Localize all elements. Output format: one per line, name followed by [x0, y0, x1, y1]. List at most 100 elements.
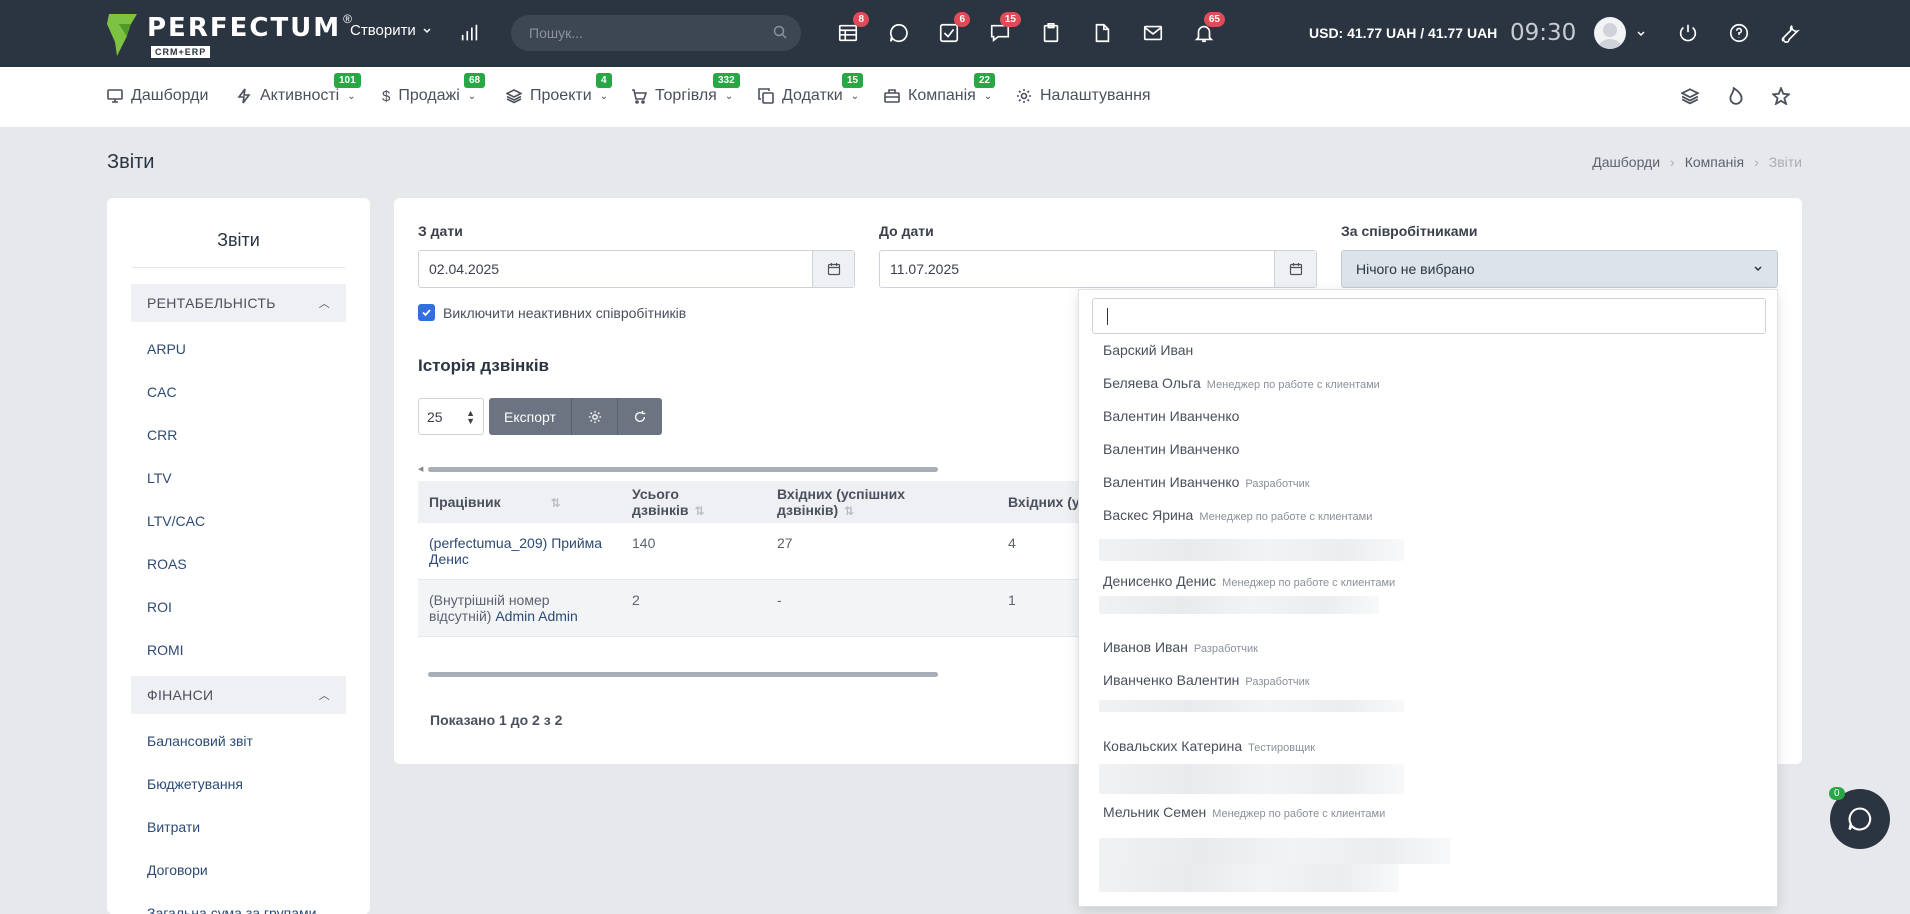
breadcrumb-dashboards[interactable]: Дашборди [1592, 154, 1660, 170]
exclude-inactive-checkbox[interactable]: Виключити неактивних співробітників [418, 304, 686, 321]
nav-activities[interactable]: Активності ⌄ 101 [236, 73, 361, 105]
sidebar-link-expenses[interactable]: Витрати [147, 805, 370, 848]
help-icon[interactable] [1726, 20, 1752, 46]
clipboard-icon[interactable] [1038, 20, 1064, 46]
employee-prefix[interactable]: (perfectumua_209) [429, 535, 547, 551]
messages-icon[interactable]: 15 [987, 12, 1021, 46]
section-profitability[interactable]: РЕНТАБЕЛЬНІСТЬ ︿ [131, 284, 346, 322]
avatar[interactable] [1594, 17, 1626, 49]
breadcrumb-separator: › [1670, 154, 1675, 170]
scroll-thumb[interactable] [428, 467, 938, 472]
sidebar-link-budgeting[interactable]: Бюджетування [147, 762, 370, 805]
nav-addons[interactable]: Додатки ⌄ 15 [758, 73, 864, 105]
dropdown-option[interactable]: Васкес Ярина Менеджер по работе с клиента… [1103, 507, 1372, 523]
column-employee[interactable]: Працівник ⇅ [418, 482, 621, 522]
blurred-option[interactable] [1099, 838, 1451, 864]
sidebar-link-ltv[interactable]: LTV [147, 456, 370, 499]
search-input[interactable]: Пошук... [511, 15, 801, 51]
dropdown-option[interactable]: Денисенко Денис Менеджер по работе с клие… [1103, 573, 1395, 589]
table-row: (perfectumua_209) Прийма Денис 140 27 4 [418, 523, 1098, 580]
sidebar-link-arpu[interactable]: ARPU [147, 327, 370, 370]
document-icon[interactable] [1089, 20, 1115, 46]
dollar-icon: $ [382, 87, 391, 105]
sidebar-link-balance[interactable]: Балансовий звіт [147, 719, 370, 762]
fire-icon[interactable] [1727, 86, 1747, 107]
from-date-value: 02.04.2025 [429, 261, 500, 277]
nav-trade[interactable]: Торгівля ⌄ 332 [631, 73, 740, 105]
dropdown-option[interactable]: Валентин Иванченко Разработчик [1103, 474, 1310, 490]
create-button[interactable]: Створити [350, 22, 432, 39]
dropdown-option[interactable]: Беляева Ольга Менеджер по работе с клиент… [1103, 375, 1380, 391]
nav-company[interactable]: Компанія ⌄ 22 [884, 73, 996, 105]
user-menu-chevron-icon[interactable] [1636, 29, 1646, 39]
from-date-field[interactable]: 02.04.2025 [418, 250, 855, 288]
employees-select[interactable]: Нічого не вибрано [1341, 250, 1778, 288]
stats-icon[interactable] [457, 20, 483, 46]
option-name: Барский Иван [1103, 342, 1194, 358]
dropdown-option[interactable]: Иванов Иван Разработчик [1103, 639, 1258, 655]
checkbox-checked-icon[interactable] [418, 304, 435, 321]
settings-button[interactable] [572, 398, 618, 435]
dropdown-option[interactable]: Иванченко Валентин Разработчик [1103, 672, 1310, 688]
calendar-icon[interactable] [812, 251, 854, 287]
to-date-field[interactable]: 11.07.2025 [879, 250, 1317, 288]
column-total[interactable]: Усього дзвінків ⇅ [621, 474, 766, 530]
total-cell: 140 [632, 535, 656, 551]
scroll-left-icon[interactable]: ◀ [418, 465, 423, 473]
dropdown-option[interactable]: Мельник Семен Менеджер по работе с клиент… [1103, 804, 1385, 820]
scroll-thumb[interactable] [428, 672, 938, 677]
sidebar-link-group-total[interactable]: Загальна сума за групами [147, 891, 370, 914]
incoming-cell: 27 [777, 535, 793, 551]
blurred-option[interactable] [1099, 864, 1399, 892]
employee-cell[interactable]: (perfectumua_209) Прийма Денис [418, 523, 621, 579]
nav-label: Активності [260, 87, 340, 104]
nav-label: Продажі [398, 87, 460, 104]
wrench-icon[interactable] [1777, 20, 1803, 46]
sidebar-link-roas[interactable]: ROAS [147, 542, 370, 585]
nav-projects[interactable]: Проекти ⌄ 4 [506, 73, 612, 105]
incoming-cell: - [777, 592, 782, 608]
employee-cell[interactable]: (Внутрішній номер відсутній) Admin Admin [418, 580, 621, 636]
tasks-icon[interactable]: 8 [835, 12, 869, 46]
checklist-icon[interactable]: 6 [936, 12, 970, 46]
dropdown-option[interactable]: Барский Иван [1103, 342, 1193, 358]
star-icon[interactable] [1770, 85, 1792, 107]
dropdown-option[interactable]: Валентин Иванченко [1103, 408, 1239, 424]
calendar-icon[interactable] [1274, 251, 1316, 287]
blurred-option[interactable] [1099, 539, 1404, 561]
column-incoming-success[interactable]: Вхідних (успішних дзвінків) ⇅ [766, 474, 997, 530]
logo[interactable]: PERFECTUM ® CRM+ERP [107, 12, 352, 58]
nav-dashboards[interactable]: Дашборди [107, 87, 208, 105]
chat-icon[interactable] [886, 20, 912, 46]
sidebar-link-contracts[interactable]: Договори [147, 848, 370, 891]
checklist-badge: 6 [954, 12, 970, 27]
table-scrollbar-top[interactable]: ◀ [418, 465, 1108, 473]
dropdown-option[interactable]: Валентин Иванченко [1103, 441, 1239, 457]
sidebar-link-cac[interactable]: CAC [147, 370, 370, 413]
layers-icon[interactable] [1680, 87, 1701, 107]
employee-name[interactable]: Admin Admin [495, 608, 577, 624]
dropdown-search-input[interactable] [1092, 298, 1766, 334]
calls-table: Працівник ⇅ Усього дзвінків ⇅ Вхідних (усп… [418, 481, 1098, 637]
breadcrumb-company[interactable]: Компанія [1685, 154, 1744, 170]
blurred-option[interactable] [1099, 764, 1404, 794]
chevron-up-icon: ︿ [318, 298, 330, 310]
per-page-select[interactable]: 25 ▲ ▼ [418, 398, 484, 435]
table-scrollbar-bottom[interactable] [418, 670, 1108, 678]
refresh-button[interactable] [618, 398, 662, 435]
dropdown-option[interactable]: Ковальских Катерина Тестировщик [1103, 738, 1315, 754]
chevron-down-icon [1754, 266, 1762, 272]
sidebar-link-romi[interactable]: ROMI [147, 628, 370, 671]
blurred-option[interactable] [1099, 596, 1379, 614]
sidebar-link-crr[interactable]: CRR [147, 413, 370, 456]
export-button[interactable]: Експорт [489, 398, 572, 435]
bell-icon[interactable]: 65 [1191, 12, 1225, 46]
sidebar-link-ltv-cac[interactable]: LTV/CAC [147, 499, 370, 542]
sidebar-link-roi[interactable]: ROI [147, 585, 370, 628]
nav-settings[interactable]: Налаштування [1016, 87, 1151, 105]
power-icon[interactable] [1675, 20, 1701, 46]
nav-sales[interactable]: $ Продажі ⌄ 68 [382, 73, 486, 105]
mail-icon[interactable] [1140, 20, 1166, 46]
blurred-option[interactable] [1099, 700, 1404, 712]
section-finance[interactable]: ФІНАНСИ ︿ [131, 676, 346, 714]
